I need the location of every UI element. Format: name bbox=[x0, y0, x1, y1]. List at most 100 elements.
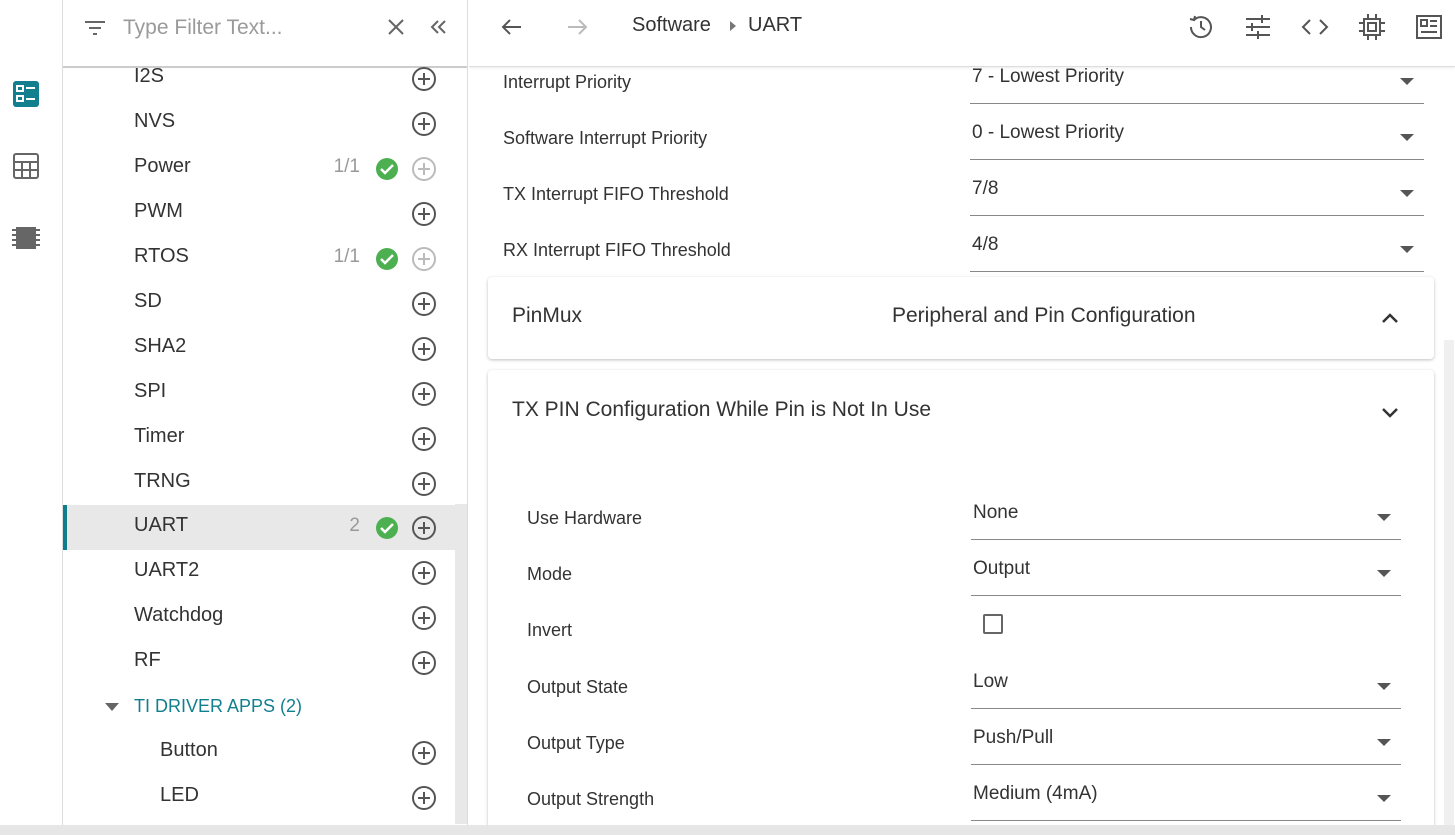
tree-item-timer[interactable]: Timer bbox=[63, 416, 455, 461]
dropdown-arrow-icon bbox=[1400, 78, 1414, 85]
dropdown-arrow-icon bbox=[1377, 570, 1391, 577]
add-icon[interactable] bbox=[411, 471, 437, 497]
tree-item-label: SPI bbox=[134, 380, 167, 402]
add-icon[interactable] bbox=[411, 336, 437, 362]
add-icon[interactable] bbox=[411, 66, 437, 92]
tree-item-rf[interactable]: RF bbox=[63, 640, 455, 685]
pinmux-subtitle: Peripheral and Pin Configuration bbox=[892, 304, 1196, 327]
tree-item-watchdog[interactable]: Watchdog bbox=[63, 595, 455, 640]
add-icon[interactable] bbox=[411, 201, 437, 227]
chip-icon[interactable] bbox=[10, 222, 42, 254]
add-icon[interactable] bbox=[411, 426, 437, 452]
history-icon[interactable] bbox=[1185, 11, 1217, 43]
tree-item-led[interactable]: LED bbox=[63, 775, 455, 820]
dropdown-arrow-icon bbox=[1400, 134, 1414, 141]
add-icon[interactable] bbox=[411, 740, 437, 766]
check-circle-icon bbox=[376, 158, 398, 180]
software-interrupt-priority-select[interactable]: 0 - Lowest Priority bbox=[970, 116, 1424, 160]
tree-item-uart2[interactable]: UART2 bbox=[63, 550, 455, 595]
toolbar: Software UART bbox=[469, 0, 1455, 67]
breadcrumb-parent[interactable]: Software bbox=[632, 14, 711, 37]
mode-select[interactable]: Output bbox=[971, 552, 1401, 596]
tree-item-label: UART2 bbox=[134, 559, 200, 581]
collapse-sidebar-icon[interactable] bbox=[425, 14, 451, 40]
bottom-scrollbar[interactable] bbox=[0, 825, 1455, 835]
invert-checkbox[interactable] bbox=[983, 614, 1003, 634]
rx-fifo-threshold-select[interactable]: 4/8 bbox=[970, 228, 1424, 272]
tree-item-trng[interactable]: TRNG bbox=[63, 461, 455, 506]
activity-bar bbox=[0, 0, 63, 835]
output-strength-select[interactable]: Medium (4mA) bbox=[971, 777, 1401, 821]
check-circle-icon bbox=[376, 517, 398, 539]
tree-item-label: Power bbox=[134, 155, 191, 177]
filter-input[interactable]: Type Filter Text... bbox=[123, 16, 283, 40]
back-arrow-icon[interactable] bbox=[499, 14, 525, 40]
breadcrumb-separator-icon bbox=[730, 21, 736, 31]
add-icon[interactable] bbox=[411, 650, 437, 676]
add-icon[interactable] bbox=[411, 605, 437, 631]
tree-item-uart[interactable]: UART 2 bbox=[63, 505, 455, 550]
instance-count: 1/1 bbox=[333, 156, 360, 177]
add-icon[interactable] bbox=[411, 560, 437, 586]
expand-triangle-icon[interactable] bbox=[105, 703, 119, 711]
tree-item-button[interactable]: Button bbox=[63, 730, 455, 775]
pinmux-card[interactable]: PinMux Peripheral and Pin Configuration bbox=[488, 277, 1434, 359]
select-value: None bbox=[973, 502, 1019, 523]
tx-pin-config-title: TX PIN Configuration While Pin is Not In… bbox=[512, 398, 931, 421]
tree-item-label: RF bbox=[134, 649, 161, 671]
tree-item-label: Timer bbox=[134, 425, 185, 447]
clear-filter-icon[interactable] bbox=[383, 14, 409, 40]
tree-item-label: Button bbox=[160, 739, 218, 761]
filter-icon bbox=[85, 21, 105, 35]
tree-item-pwm[interactable]: PWM bbox=[63, 191, 455, 236]
select-value: Output bbox=[973, 558, 1031, 579]
add-icon[interactable] bbox=[411, 515, 437, 541]
tree-group-ti-driver-apps[interactable]: TI DRIVER APPS (2) bbox=[63, 685, 455, 730]
sidebar-scrollbar[interactable] bbox=[455, 504, 467, 824]
dropdown-arrow-icon bbox=[1377, 683, 1391, 690]
tree-item-sha2[interactable]: SHA2 bbox=[63, 326, 455, 371]
chevron-down-icon[interactable] bbox=[1378, 400, 1402, 424]
tree-item-i2s[interactable]: I2S bbox=[63, 56, 455, 101]
add-icon[interactable] bbox=[411, 381, 437, 407]
use-hardware-select[interactable]: None bbox=[971, 496, 1401, 540]
add-icon[interactable] bbox=[411, 111, 437, 137]
tree-item-rtos[interactable]: RTOS 1/1 bbox=[63, 236, 455, 281]
add-icon[interactable] bbox=[411, 291, 437, 317]
output-type-select[interactable]: Push/Pull bbox=[971, 721, 1401, 765]
chevron-up-icon[interactable] bbox=[1378, 307, 1402, 331]
calculator-icon[interactable] bbox=[10, 150, 42, 182]
board-view-icon[interactable] bbox=[1413, 11, 1445, 43]
forward-arrow-icon[interactable] bbox=[564, 14, 590, 40]
code-icon[interactable] bbox=[1299, 11, 1331, 43]
settings-sliders-icon[interactable] bbox=[1242, 11, 1274, 43]
main-scrollbar[interactable] bbox=[1444, 340, 1454, 825]
tx-fifo-threshold-select[interactable]: 7/8 bbox=[970, 172, 1424, 216]
tree-item-sd[interactable]: SD bbox=[63, 281, 455, 326]
select-value: 4/8 bbox=[972, 234, 999, 255]
select-value: Low bbox=[973, 671, 1008, 692]
dropdown-arrow-icon bbox=[1400, 190, 1414, 197]
tree-item-nvs[interactable]: NVS bbox=[63, 101, 455, 146]
output-state-select[interactable]: Low bbox=[971, 665, 1401, 709]
add-icon[interactable] bbox=[411, 785, 437, 811]
add-icon-disabled bbox=[412, 157, 436, 181]
setting-label: TX Interrupt FIFO Threshold bbox=[503, 184, 729, 204]
processor-icon[interactable] bbox=[1356, 11, 1388, 43]
tree-item-label: RTOS bbox=[134, 245, 189, 267]
tree-item-label: PWM bbox=[134, 200, 183, 222]
setting-label: Interrupt Priority bbox=[503, 72, 632, 92]
pinmux-title: PinMux bbox=[512, 304, 583, 327]
software-view-icon[interactable] bbox=[10, 78, 42, 110]
tree-item-spi[interactable]: SPI bbox=[63, 371, 455, 416]
tree-item-power[interactable]: Power 1/1 bbox=[63, 146, 455, 191]
tree-item-label: SD bbox=[134, 290, 162, 312]
tree-item-label: Watchdog bbox=[134, 604, 224, 626]
setting-label: Mode bbox=[527, 564, 573, 584]
tree-item-label: LED bbox=[160, 784, 199, 806]
dropdown-arrow-icon bbox=[1377, 739, 1391, 746]
setting-label: Software Interrupt Priority bbox=[503, 128, 708, 148]
select-value: Push/Pull bbox=[973, 727, 1054, 748]
setting-output-strength: Output Strength Medium (4mA) bbox=[527, 783, 1427, 825]
setting-label: Output Strength bbox=[527, 789, 655, 809]
